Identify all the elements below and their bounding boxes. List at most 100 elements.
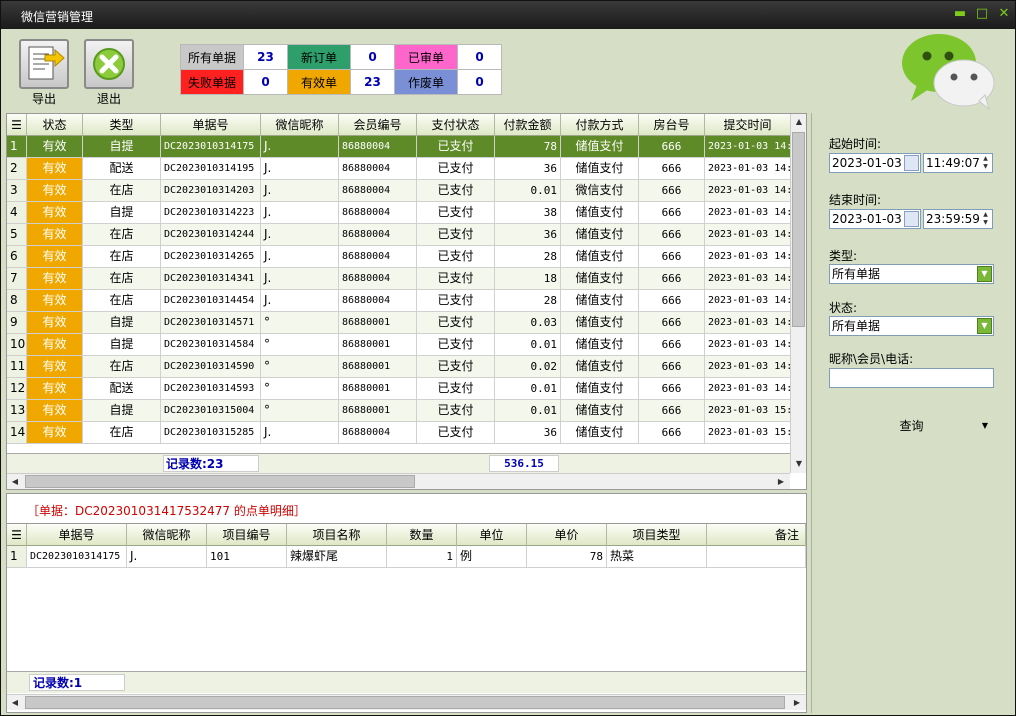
- detail-hscroll[interactable]: ◀ ▶: [7, 694, 806, 710]
- end-date-input[interactable]: 2023-01-03: [829, 209, 921, 229]
- calendar-icon[interactable]: [904, 155, 919, 171]
- stat-void-label[interactable]: 作废单: [394, 69, 458, 95]
- status-label: 状态:: [829, 301, 858, 315]
- orders-vscroll[interactable]: ▲ ▼: [790, 114, 806, 473]
- window-title: 微信营销管理: [21, 10, 94, 24]
- stat-all-label[interactable]: 所有单据: [180, 44, 244, 70]
- table-row[interactable]: 12 有效 配送 DC2023010314593 ° 86880001 已支付 0.01 储值支…: [7, 378, 791, 400]
- detail-hscroll-thumb[interactable]: [25, 696, 785, 709]
- dcol-unit[interactable]: 单位: [457, 524, 527, 546]
- col-pay-method[interactable]: 付款方式: [561, 114, 639, 136]
- row-room: 666: [639, 224, 705, 245]
- dcol-item-name[interactable]: 项目名称: [287, 524, 387, 546]
- chevron-down-icon[interactable]: ▼: [977, 266, 992, 282]
- row-amount: 38: [495, 202, 561, 223]
- calendar-icon[interactable]: [904, 211, 919, 227]
- search-input[interactable]: [829, 368, 994, 388]
- table-row[interactable]: 13 有效 自提 DC2023010315004 ° 86880001 已支付 0.01 储值支…: [7, 400, 791, 422]
- exit-button[interactable]: [84, 39, 134, 89]
- row-pay-status: 已支付: [417, 180, 495, 201]
- table-row[interactable]: 10 有效 自提 DC2023010314584 ° 86880001 已支付 0.01 储值支…: [7, 334, 791, 356]
- scroll-left-icon[interactable]: ◀: [7, 474, 23, 489]
- table-row[interactable]: 1 有效 自提 DC2023010314175 J. 86880004 已支付 78 储值支付 6…: [7, 136, 791, 158]
- col-pay-status[interactable]: 支付状态: [417, 114, 495, 136]
- table-row[interactable]: 8 有效 在店 DC2023010314454 J. 86880004 已支付 28 储值支付 6…: [7, 290, 791, 312]
- row-status: 有效: [27, 378, 83, 399]
- detail-scroll-right-icon[interactable]: ▶: [789, 695, 805, 711]
- scroll-right-icon[interactable]: ▶: [773, 474, 789, 489]
- caret-down-icon[interactable]: ▼: [982, 413, 988, 439]
- dcol-note[interactable]: 备注: [707, 524, 806, 546]
- row-pay-status: 已支付: [417, 422, 495, 443]
- orders-grid[interactable]: ☰ 状态 类型 单据号 微信昵称 会员编号 支付状态 付款金额 付款方式 房台号…: [6, 113, 807, 490]
- table-row[interactable]: 11 有效 在店 DC2023010314590 ° 86880001 已支付 0.02 储值支…: [7, 356, 791, 378]
- orders-hscroll-thumb[interactable]: [25, 475, 415, 488]
- col-member-no[interactable]: 会员编号: [339, 114, 417, 136]
- stat-reviewed-label[interactable]: 已审单: [394, 44, 458, 70]
- table-row[interactable]: 9 有效 自提 DC2023010314571 ° 86880001 已支付 0.03 储值支付…: [7, 312, 791, 334]
- col-nickname[interactable]: 微信昵称: [261, 114, 339, 136]
- end-time-input[interactable]: 23:59:59 ▲ ▼: [923, 209, 993, 229]
- stat-reviewed-value: 0: [457, 44, 502, 70]
- col-status[interactable]: 状态: [27, 114, 83, 136]
- table-row[interactable]: 7 有效 在店 DC2023010314341 J. 86880004 已支付 18 储值支付 6…: [7, 268, 791, 290]
- status-select[interactable]: 所有单据 ▼: [829, 316, 994, 336]
- orders-total-amount: 536.15: [489, 455, 559, 472]
- minimize-button[interactable]: ▬: [951, 5, 969, 23]
- orders-hscroll[interactable]: ◀ ▶: [7, 473, 790, 489]
- wechat-logo-icon: [902, 34, 995, 111]
- row-nickname: J.: [261, 158, 339, 179]
- grid-menu-icon[interactable]: ☰: [7, 114, 27, 136]
- stat-valid-label[interactable]: 有效单: [287, 69, 351, 95]
- spinner-icon[interactable]: ▲ ▼: [980, 211, 991, 227]
- dcol-item-type[interactable]: 项目类型: [607, 524, 707, 546]
- table-row[interactable]: 4 有效 自提 DC2023010314223 J. 86880004 已支付 38 储值支付 6…: [7, 202, 791, 224]
- chevron-down-icon[interactable]: ▼: [977, 318, 992, 334]
- row-status: 有效: [27, 202, 83, 223]
- col-amount[interactable]: 付款金额: [495, 114, 561, 136]
- close-button[interactable]: ✕: [995, 5, 1013, 23]
- row-pay-method: 储值支付: [561, 202, 639, 223]
- col-submit-time[interactable]: 提交时间: [705, 114, 791, 136]
- stat-new-label[interactable]: 新订单: [287, 44, 351, 70]
- row-room: 666: [639, 180, 705, 201]
- row-nickname: °: [261, 334, 339, 355]
- scroll-down-icon[interactable]: ▼: [791, 456, 806, 472]
- title-bar[interactable]: 微信营销管理 ▬ □ ✕: [1, 1, 1015, 29]
- table-row[interactable]: 14 有效 在店 DC2023010315285 J. 86880004 已支付 36 储值支付…: [7, 422, 791, 444]
- col-room[interactable]: 房台号: [639, 114, 705, 136]
- dcol-qty[interactable]: 数量: [387, 524, 457, 546]
- table-row[interactable]: 1 DC2023010314175 J. 101 辣爆虾尾 1 例 78 热菜: [7, 546, 806, 568]
- detail-scroll-left-icon[interactable]: ◀: [7, 695, 23, 711]
- spinner-icon[interactable]: ▲ ▼: [980, 155, 991, 171]
- table-row[interactable]: 5 有效 在店 DC2023010314244 J. 86880004 已支付 36 储值支付 6…: [7, 224, 791, 246]
- row-status: 有效: [27, 356, 83, 377]
- dcol-nickname[interactable]: 微信昵称: [127, 524, 207, 546]
- dcol-price[interactable]: 单价: [527, 524, 607, 546]
- table-row[interactable]: 3 有效 在店 DC2023010314203 J. 86880004 已支付 0.01 微信支…: [7, 180, 791, 202]
- dcol-item-code[interactable]: 项目编号: [207, 524, 287, 546]
- table-row[interactable]: 6 有效 在店 DC2023010314265 J. 86880004 已支付 28 储值支付 6…: [7, 246, 791, 268]
- stat-failed-label[interactable]: 失败单据: [180, 69, 244, 95]
- query-button[interactable]: 查询 ▼: [829, 413, 994, 439]
- dcol-order-no[interactable]: 单据号: [27, 524, 127, 546]
- maximize-button[interactable]: □: [973, 5, 991, 23]
- col-type[interactable]: 类型: [83, 114, 161, 136]
- row-index: 3: [7, 180, 27, 201]
- row-type: 在店: [83, 422, 161, 443]
- status-select-value: 所有单据: [832, 319, 881, 333]
- detail-grid-menu-icon[interactable]: ☰: [7, 524, 27, 546]
- row-status: 有效: [27, 224, 83, 245]
- table-row[interactable]: 2 有效 配送 DC2023010314195 J. 86880004 已支付 36 储值支付 6…: [7, 158, 791, 180]
- type-select[interactable]: 所有单据 ▼: [829, 264, 994, 284]
- detail-grid[interactable]: ☰ 单据号 微信昵称 项目编号 项目名称 数量 单位 单价 项目类型 备注 1D…: [6, 523, 807, 713]
- row-pay-status: 已支付: [417, 400, 495, 421]
- start-time-input[interactable]: 11:49:07 ▲ ▼: [923, 153, 993, 173]
- export-button[interactable]: [19, 39, 69, 89]
- start-date-input[interactable]: 2023-01-03: [829, 153, 921, 173]
- orders-vscroll-thumb[interactable]: [792, 132, 805, 327]
- type-select-value: 所有单据: [832, 267, 881, 281]
- scroll-up-icon[interactable]: ▲: [791, 114, 806, 130]
- col-order-no[interactable]: 单据号: [161, 114, 261, 136]
- row-submit-time: 2023-01-03 14:: [705, 356, 791, 377]
